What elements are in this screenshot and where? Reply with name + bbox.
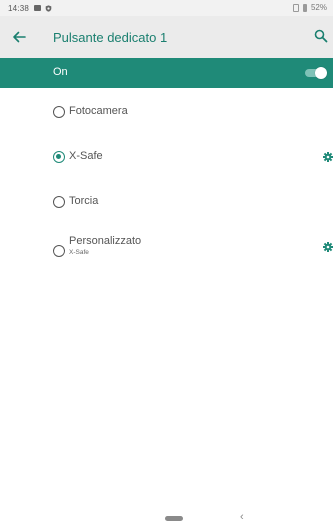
arrow-left-icon[interactable] (10, 28, 28, 46)
search-icon[interactable] (313, 28, 329, 44)
no-sim-icon (292, 3, 299, 12)
page-title: Pulsante dedicato 1 (53, 30, 168, 45)
option-torcia[interactable]: Torcia (0, 182, 333, 222)
option-label-x-safe: X-Safe (69, 150, 103, 162)
status-time: 14:38 (8, 3, 30, 13)
on-off-switch[interactable] (305, 67, 327, 79)
switch-thumb (315, 67, 327, 79)
battery-icon (302, 3, 307, 12)
option-personalizzato[interactable]: Personalizzato X-Safe (0, 227, 333, 267)
option-label-personalizzato: Personalizzato (69, 235, 142, 247)
toggle-label: On (53, 66, 68, 78)
option-label-fotocamera: Fotocamera (69, 105, 128, 117)
gear-icon[interactable] (323, 242, 333, 252)
battery-percent: 52% (310, 3, 327, 12)
status-bar: 14:38 52% (0, 0, 333, 16)
app-bar: Pulsante dedicato 1 (0, 16, 333, 58)
radio-x-safe[interactable] (53, 151, 65, 163)
option-x-safe[interactable]: X-Safe (0, 137, 333, 177)
radio-fotocamera[interactable] (53, 106, 65, 118)
radio-torcia[interactable] (53, 196, 65, 208)
navigation-bar: ‹ (0, 507, 333, 530)
gear-icon[interactable] (323, 152, 333, 162)
option-label-torcia: Torcia (69, 195, 99, 207)
option-fotocamera[interactable]: Fotocamera (0, 92, 333, 132)
radio-personalizzato[interactable] (53, 245, 65, 257)
home-pill-icon[interactable] (165, 516, 183, 521)
option-sublabel-personalizzato: X-Safe (69, 249, 89, 256)
status-right-group: 52% (292, 3, 327, 12)
shield-icon (45, 4, 52, 12)
image-icon (34, 5, 42, 11)
master-toggle-row[interactable]: On (0, 58, 333, 88)
back-chevron-icon[interactable]: ‹ (240, 511, 244, 523)
